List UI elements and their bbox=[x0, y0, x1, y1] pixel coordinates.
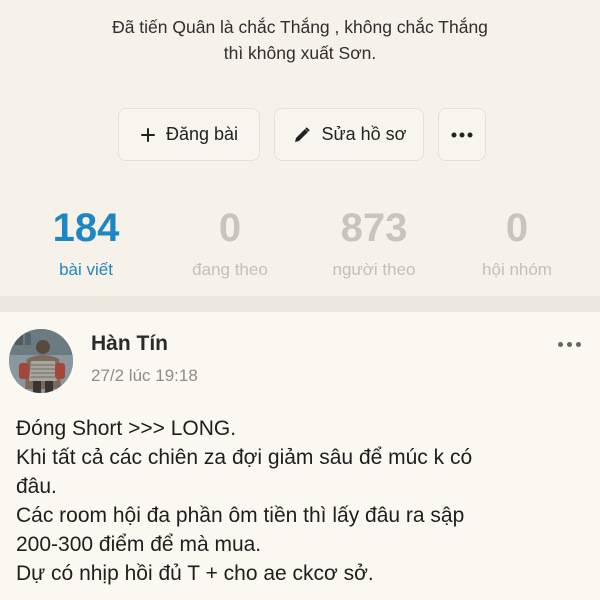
post-line: Đóng Short >>> LONG. bbox=[16, 417, 237, 440]
post-text: Đóng Short >>> LONG. Khi tất cả các chiê… bbox=[16, 414, 586, 588]
profile-stats: 184 bài viết 0 đang theo 873 người theo … bbox=[0, 200, 600, 290]
stat-value: 0 bbox=[505, 206, 529, 250]
stat-label: hội nhóm bbox=[482, 260, 552, 279]
post-date: 27/2 lúc 19:18 bbox=[91, 366, 198, 385]
create-post-button[interactable]: Đăng bài bbox=[118, 108, 260, 161]
plus-icon bbox=[140, 127, 156, 143]
stat-label: người theo bbox=[332, 260, 416, 279]
post-line: 200-300 điểm để mà mua. bbox=[16, 533, 262, 556]
profile-bio: Đã tiến Quân là chắc Thắng , không chắc … bbox=[40, 14, 560, 66]
post-line: Khi tất cả các chiên za đợi giảm sâu để … bbox=[16, 446, 473, 469]
stat-following[interactable]: 0 đang theo bbox=[155, 200, 305, 282]
dot bbox=[566, 341, 572, 347]
stat-label: đang theo bbox=[192, 260, 268, 279]
edit-profile-label: Sửa hồ sơ bbox=[321, 124, 407, 144]
dot bbox=[557, 341, 563, 347]
stat-groups[interactable]: 0 hội nhóm bbox=[442, 200, 592, 282]
avatar[interactable] bbox=[9, 329, 73, 393]
more-dots-icon bbox=[451, 132, 473, 138]
section-divider bbox=[0, 296, 600, 312]
post-line: Các room hội đa phần ôm tiền thì lấy đâu… bbox=[16, 504, 465, 527]
dot bbox=[575, 341, 581, 347]
post-more-icon[interactable] bbox=[552, 334, 586, 354]
stat-posts[interactable]: 184 bài viết bbox=[11, 200, 161, 282]
create-post-label: Đăng bài bbox=[165, 124, 239, 144]
more-options-button[interactable] bbox=[438, 108, 486, 161]
edit-profile-button[interactable]: Sửa hồ sơ bbox=[274, 108, 424, 161]
profile-actions: Đăng bài Sửa hồ sơ bbox=[118, 108, 486, 161]
bio-line: thì không xuất Sơn. bbox=[223, 43, 377, 63]
stat-value: 184 bbox=[52, 206, 120, 250]
stat-value: 0 bbox=[218, 206, 242, 250]
post-card[interactable]: Hàn Tín 27/2 lúc 19:18 Đóng Short >>> LO… bbox=[0, 312, 600, 600]
profile-header: Đã tiến Quân là chắc Thắng , không chắc … bbox=[0, 0, 600, 300]
pencil-icon bbox=[292, 125, 312, 145]
post-line: Dự có nhịp hồi đủ T + cho ae ckcơ sở. bbox=[16, 562, 374, 585]
post-author[interactable]: Hàn Tín bbox=[91, 332, 168, 356]
post-line: đâu. bbox=[16, 475, 57, 498]
stat-value: 873 bbox=[340, 206, 408, 250]
bio-line: Đã tiến Quân là chắc Thắng , không chắc … bbox=[112, 17, 488, 37]
stat-label: bài viết bbox=[59, 260, 113, 279]
stat-followers[interactable]: 873 người theo bbox=[299, 200, 449, 282]
